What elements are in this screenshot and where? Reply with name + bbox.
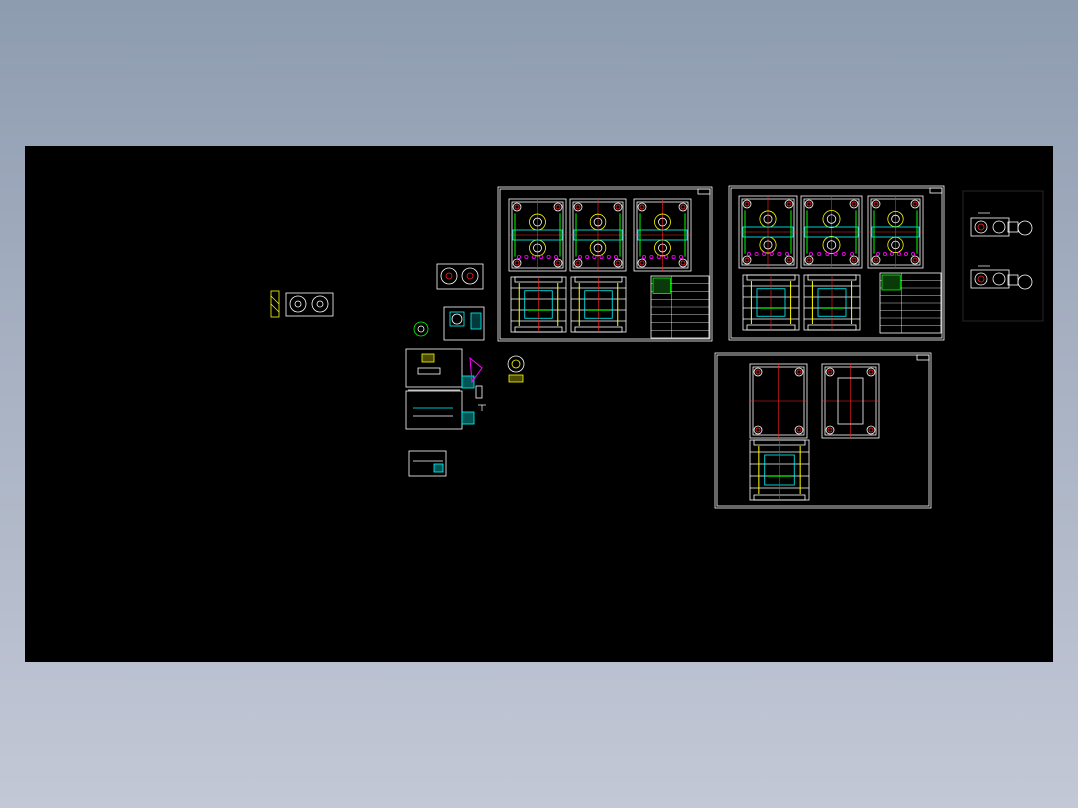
cad-drawing-svg (270, 185, 1044, 509)
cad-drawing-canvas[interactable] (25, 146, 1053, 662)
side-parts-cluster[interactable] (962, 190, 1044, 322)
part-details-cluster[interactable] (405, 263, 525, 477)
small-part-left[interactable] (270, 290, 334, 318)
mold-base-sheet[interactable] (714, 352, 932, 509)
mold-assembly-sheet-2[interactable] (728, 185, 945, 341)
mold-assembly-sheet-1[interactable] (497, 186, 713, 342)
